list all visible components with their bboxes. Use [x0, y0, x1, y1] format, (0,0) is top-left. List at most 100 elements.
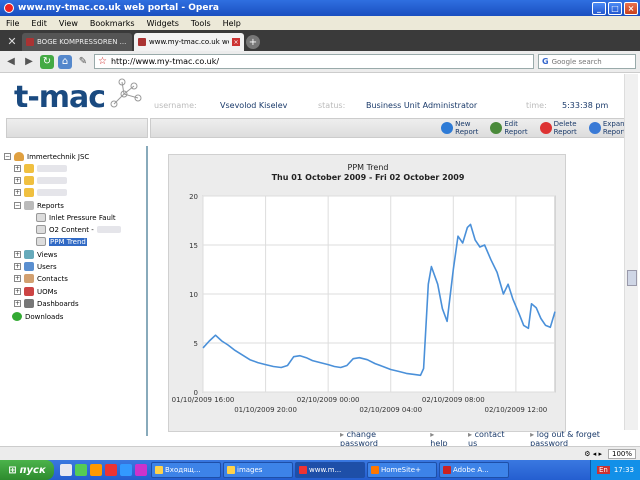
tree-item-site[interactable]: +	[14, 164, 67, 173]
minimize-button[interactable]: _	[592, 1, 606, 15]
tab-tmac[interactable]: www.my-tmac.co.uk we... ×	[134, 33, 244, 51]
scroll-thumb[interactable]	[627, 270, 637, 286]
new-tab-button[interactable]: +	[246, 35, 260, 49]
redacted-label	[37, 165, 67, 172]
expand-icon[interactable]: +	[14, 165, 21, 172]
tree-item-uoms[interactable]: + UOMs	[14, 287, 57, 296]
y-tick-label: 15	[189, 242, 198, 250]
tree-item-reports[interactable]: − Reports	[14, 201, 64, 210]
collapse-icon[interactable]: −	[14, 202, 21, 209]
tree-item-report[interactable]: Inlet Pressure Fault	[36, 213, 116, 222]
edit-report-icon	[490, 122, 503, 134]
expand-icon[interactable]: +	[14, 189, 21, 196]
quicklaunch-icon[interactable]	[90, 464, 102, 476]
taskbar-button[interactable]: images	[223, 462, 293, 478]
tools-icon[interactable]: ✕	[2, 31, 22, 51]
windows-flag-icon: ⊞	[8, 464, 17, 476]
quicklaunch-icon[interactable]	[135, 464, 147, 476]
menu-help[interactable]: Help	[223, 19, 241, 28]
zoom-select[interactable]: 100%	[607, 448, 636, 459]
time-label: time:	[526, 101, 547, 110]
tree-item-downloads[interactable]: Downloads	[12, 312, 63, 321]
menu-bookmarks[interactable]: Bookmarks	[90, 19, 135, 28]
system-tray: En 17:33	[589, 460, 640, 480]
tab-close-icon[interactable]: ×	[232, 38, 240, 46]
tree-item-users[interactable]: + Users	[14, 262, 57, 271]
delete-report-icon	[539, 122, 552, 134]
menu-bar: File Edit View Bookmarks Widgets Tools H…	[0, 16, 640, 30]
x-tick-label: 02/10/2009 04:00	[359, 406, 422, 414]
tree-root[interactable]: − Immertechnik JSC	[4, 152, 89, 161]
menu-file[interactable]: File	[6, 19, 19, 28]
report-icon	[36, 225, 46, 234]
tree-item-contacts[interactable]: + Contacts	[14, 274, 68, 283]
quicklaunch-icon[interactable]	[105, 464, 117, 476]
taskbar-button[interactable]: HomeSite+	[367, 462, 437, 478]
status-value: Business Unit Administrator	[366, 101, 478, 110]
start-button[interactable]: ⊞ пуск	[0, 460, 54, 480]
folder-icon	[24, 188, 34, 197]
toolbar-right-panel: New Report Edit Report Delete Report Expand…	[150, 118, 634, 138]
tree-item-report-selected[interactable]: PPM Trend	[36, 237, 87, 246]
app-icon	[299, 466, 307, 474]
expand-icon[interactable]: +	[14, 300, 21, 307]
tree-item-site[interactable]: +	[14, 176, 67, 185]
tree-label: Views	[37, 250, 58, 259]
quicklaunch-icon[interactable]	[120, 464, 132, 476]
new-report-button[interactable]: New Report	[441, 120, 478, 136]
status-label: status:	[318, 101, 346, 110]
windows-taskbar: ⊞ пуск Входящ... images www.m... HomeSit…	[0, 460, 640, 480]
tree-item-views[interactable]: + Views	[14, 250, 57, 259]
chart-panel: PPM Trend Thu 01 October 2009 - Fri 02 O…	[168, 154, 566, 432]
favicon-icon	[138, 38, 146, 46]
url-input[interactable]	[110, 57, 530, 66]
ppm-trend-chart: 0510152001/10/2009 16:0001/10/2009 20:00…	[172, 193, 556, 414]
back-icon[interactable]: ◀	[4, 55, 18, 69]
expand-icon[interactable]: +	[14, 288, 21, 295]
menu-edit[interactable]: Edit	[31, 19, 47, 28]
taskbar-button[interactable]: Входящ...	[151, 462, 221, 478]
menu-view[interactable]: View	[59, 19, 78, 28]
taskbar-button-active[interactable]: www.m...	[295, 462, 365, 478]
maximize-button[interactable]: □	[608, 1, 622, 15]
report-toolbar: New Report Edit Report Delete Report Expand…	[6, 118, 634, 140]
quicklaunch-icon[interactable]	[75, 464, 87, 476]
reload-icon[interactable]: ↻	[40, 54, 54, 69]
tab-boge[interactable]: BOGE KOMPRESSOREN ...	[22, 33, 132, 51]
tree-label: UOMs	[37, 287, 58, 296]
action-label: Report	[553, 128, 577, 136]
menu-tools[interactable]: Tools	[191, 19, 211, 28]
expand-icon[interactable]: +	[14, 251, 21, 258]
tree-item-dashboards[interactable]: + Dashboards	[14, 299, 79, 308]
search-input[interactable]	[551, 57, 630, 66]
menu-widgets[interactable]: Widgets	[147, 19, 179, 28]
edit-report-button[interactable]: Edit Report	[490, 120, 528, 136]
tree-label: Users	[37, 262, 57, 271]
clock: 17:33	[613, 466, 634, 474]
title-bar: www.my-tmac.co.uk web portal - Opera _ □…	[0, 0, 640, 16]
redacted-label	[37, 177, 67, 184]
tree-item-site[interactable]: +	[14, 188, 67, 197]
language-indicator[interactable]: En	[596, 466, 610, 474]
forward-icon[interactable]: ▶	[22, 55, 36, 69]
favicon-icon	[26, 38, 34, 46]
vertical-scrollbar[interactable]	[624, 74, 638, 430]
tree-item-report[interactable]: O2 Content -	[36, 225, 121, 234]
home-icon[interactable]: ⌂	[58, 54, 72, 69]
expand-icon[interactable]: +	[14, 177, 21, 184]
close-button[interactable]: ×	[624, 1, 638, 15]
views-icon	[24, 250, 34, 259]
expand-icon[interactable]: +	[14, 263, 21, 270]
delete-report-button[interactable]: Delete Report	[539, 120, 577, 136]
bookmark-star-icon[interactable]: ☆	[98, 56, 107, 67]
collapse-icon[interactable]: −	[4, 153, 11, 160]
expand-report-button[interactable]: Expand Report	[588, 120, 629, 136]
taskbar-label: www.m...	[309, 466, 342, 474]
taskbar-button[interactable]: Adobe A...	[439, 462, 509, 478]
taskbar-label: images	[237, 466, 263, 474]
expand-icon[interactable]: +	[14, 275, 21, 282]
edit-icon[interactable]: ✎	[76, 55, 90, 69]
action-label: Report	[504, 128, 528, 136]
action-label: Edit	[504, 120, 518, 128]
quicklaunch-icon[interactable]	[60, 464, 72, 476]
